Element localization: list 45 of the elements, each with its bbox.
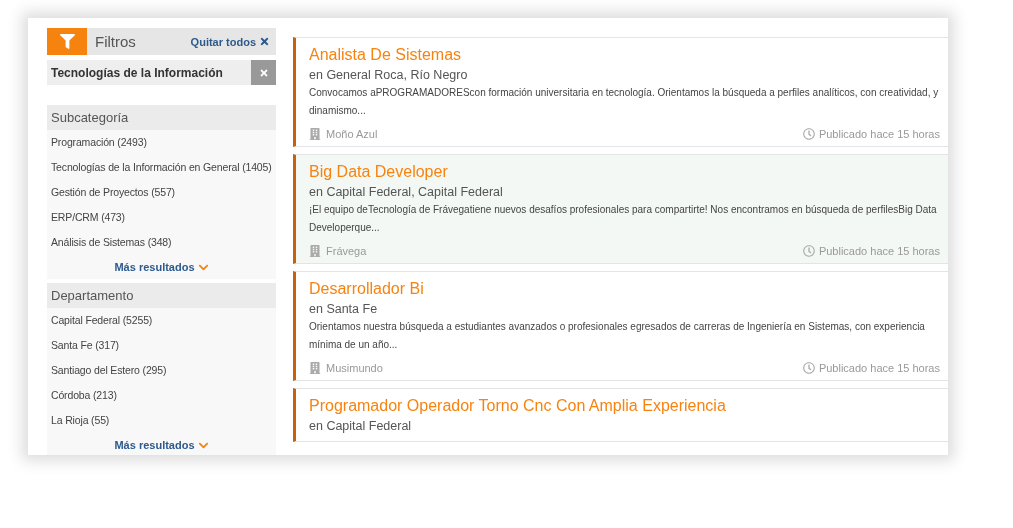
filter-icon	[59, 34, 75, 49]
posted-time: Publicado hace 15 horas	[818, 128, 940, 140]
facet-item[interactable]: Análisis de Sistemas (348)	[47, 230, 172, 255]
filters-title: Filtros	[95, 33, 137, 50]
close-icon	[259, 36, 270, 47]
facet-item[interactable]: Capital Federal (5255)	[47, 308, 153, 333]
building-icon	[309, 128, 321, 140]
job-location: en Capital Federal, Capital Federal	[309, 184, 504, 201]
facet-item[interactable]: La Rioja (55)	[47, 408, 110, 433]
company-name: Musimundo	[326, 362, 383, 374]
clock-icon	[802, 362, 815, 374]
active-filter-label: Tecnologías de la Información	[50, 65, 224, 80]
facet-item[interactable]: Gestión de Proyectos (557)	[47, 180, 175, 205]
company-name: Frávega	[326, 245, 367, 257]
more-results-link[interactable]: Más resultados	[114, 433, 209, 455]
company-name: Moño Azul	[326, 128, 378, 140]
building-icon	[309, 245, 321, 257]
job-card[interactable]	[293, 271, 948, 381]
job-description: ¡El equipo deTecnología de Frávegatiene nuevos desafíos profesionales para compartirte! Nos encontramos en búsqueda de perfilesBig Data Developerque...	[309, 203, 938, 235]
facet-title: Subcategoría	[47, 105, 276, 130]
job-card[interactable]: Programador Operador Torno Cnc Con Amplia Experiencia en Capital Federal	[293, 388, 948, 442]
facet-item[interactable]: Córdoba (213)	[47, 383, 117, 408]
clear-all-link[interactable]: Quitar todos	[190, 35, 270, 48]
facet-item[interactable]: Programación (2493)	[47, 130, 147, 155]
posted-time: Publicado hace 15 horas	[818, 245, 940, 257]
facet-title: Departamento	[47, 283, 276, 308]
job-description: Orientamos nuestra búsqueda a estudiantes avanzados o profesionales egresados de carreras de Ingeniería en Sistemas, con experiencia mínima de un año...	[309, 320, 926, 352]
job-location: en General Roca, Río Negro	[309, 67, 469, 84]
facet-item[interactable]: Tecnologías de la Información en General (1405)	[47, 155, 272, 180]
close-icon	[258, 67, 269, 78]
job-card[interactable]	[293, 154, 948, 264]
job-description: Convocamos aPROGRAMADOREScon formación universitaria en tecnología. Orientamos la búsqueda a perfiles analíticos, con creatividad, y dinamismo...	[309, 86, 940, 118]
job-location: en Santa Fe	[309, 301, 379, 318]
posted-time: Publicado hace 15 horas	[818, 362, 940, 374]
facet-item[interactable]: Santiago del Estero (295)	[47, 358, 167, 383]
clock-icon	[802, 128, 815, 140]
clock-icon	[802, 245, 815, 257]
facet-item[interactable]: ERP/CRM (473)	[47, 205, 125, 230]
job-card[interactable]	[293, 37, 948, 147]
building-icon	[309, 362, 321, 374]
job-location: en Capital Federal	[309, 418, 413, 435]
filter-button[interactable]	[47, 28, 87, 55]
facet-item[interactable]: Santa Fe (317)	[47, 333, 119, 358]
remove-filter-button[interactable]	[251, 60, 276, 85]
more-results-link[interactable]: Más resultados	[114, 255, 209, 279]
